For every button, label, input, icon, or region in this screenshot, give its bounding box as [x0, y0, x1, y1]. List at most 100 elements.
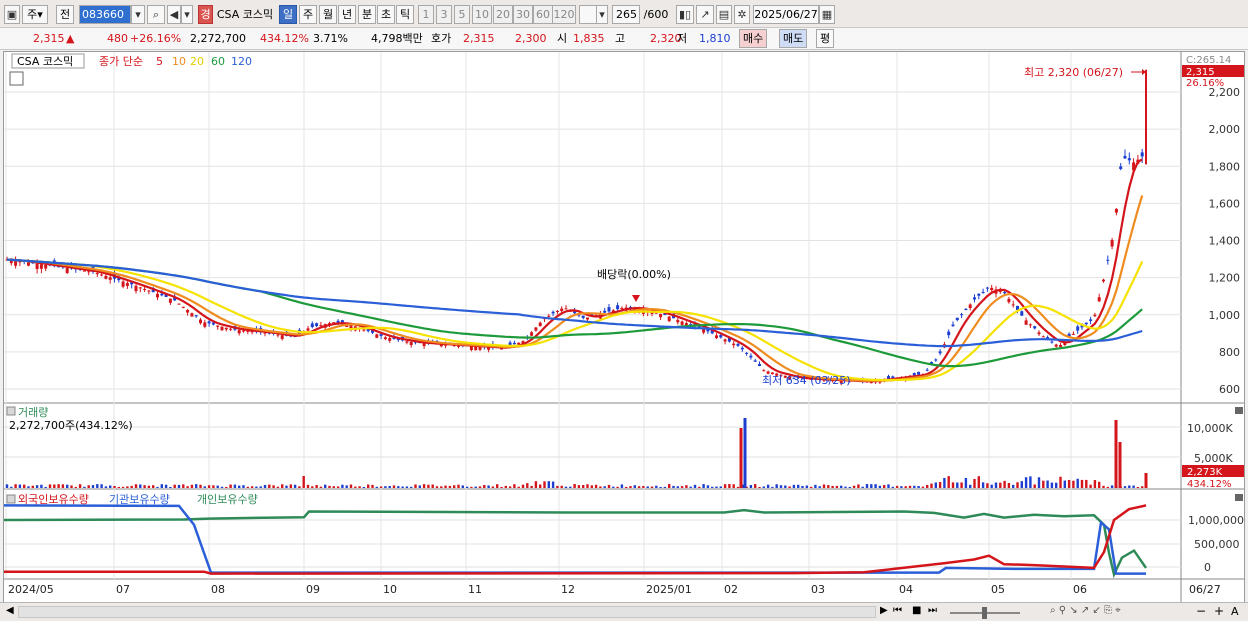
draw-tool-icon[interactable]: ↗	[696, 5, 714, 24]
interval-3[interactable]: 3	[436, 5, 452, 24]
volume-bar	[646, 486, 649, 488]
font-size-icon[interactable]: A	[1231, 605, 1239, 618]
volume-panel-close-icon[interactable]	[1235, 407, 1243, 414]
interval-5[interactable]: 5	[454, 5, 470, 24]
interval-120[interactable]: 120	[552, 5, 576, 24]
candle-body	[564, 308, 568, 310]
eval-button[interactable]: 평	[816, 29, 835, 48]
volume-bar	[1080, 479, 1084, 488]
candle-body	[1024, 320, 1028, 325]
volume-bar	[1076, 478, 1079, 488]
candle-body	[44, 264, 48, 269]
volume-bar	[865, 484, 869, 488]
calendar-icon[interactable]: ▦	[819, 5, 835, 24]
holdings-collapse-icon[interactable]	[6, 494, 16, 504]
volume-bar	[930, 483, 933, 488]
volume-bar	[956, 482, 959, 488]
speaker-dropdown-icon[interactable]: ▾	[181, 5, 193, 24]
interval-1[interactable]: 1	[418, 5, 434, 24]
volume-bar	[216, 485, 219, 488]
interval-20[interactable]: 20	[493, 5, 513, 24]
ask-label: 호가	[431, 32, 452, 45]
stock-chart[interactable]: CSA 코스믹 종가 단순 5 10 20 60 120 C:265.14 2,…	[4, 52, 1244, 602]
x-axis-label: 08	[211, 583, 225, 596]
volume-bar	[616, 486, 619, 488]
candle-body	[530, 332, 534, 336]
volume-bar	[921, 486, 925, 488]
x-axis-label: 06	[1073, 583, 1087, 596]
prev-button[interactable]: 전	[56, 5, 74, 24]
stock-code-input[interactable]: 083660	[79, 5, 131, 24]
volume-bar	[878, 485, 882, 488]
volume-spike	[739, 428, 743, 488]
volume-bar	[852, 485, 856, 488]
candle-body	[512, 342, 516, 345]
period-tab-day[interactable]: 일	[279, 5, 297, 24]
holdings-panel-close-icon[interactable]	[1235, 494, 1243, 501]
zoom-slider-handle[interactable]	[982, 607, 987, 619]
period-tab-second[interactable]: 초	[377, 5, 395, 24]
candle-body	[1076, 326, 1080, 331]
ma-10-label: 10	[172, 55, 186, 68]
interval-10[interactable]: 10	[472, 5, 492, 24]
speaker-icon[interactable]: ◀	[167, 5, 181, 24]
sell-button[interactable]: 매도	[779, 29, 808, 48]
volume-bar	[521, 484, 525, 488]
gear-icon[interactable]: ✲	[734, 5, 750, 24]
volume-bar	[35, 485, 39, 488]
scroll-right-icon[interactable]: ▶	[880, 605, 888, 616]
period-tab-minute[interactable]: 분	[358, 5, 376, 24]
zoom-out-icon[interactable]: −	[1196, 604, 1206, 618]
count-input[interactable]: 265	[612, 5, 640, 24]
zoom-in-icon[interactable]: +	[1214, 604, 1224, 618]
candle-body	[125, 282, 129, 287]
period-tab-week[interactable]: 주	[299, 5, 317, 24]
volume-bar	[900, 486, 903, 488]
code-dropdown-icon[interactable]: ▾	[131, 5, 145, 24]
table-toggle-icon[interactable]	[9, 71, 24, 86]
candle-type-icon[interactable]: ▮▯	[676, 5, 694, 24]
volume-bar	[487, 485, 490, 488]
volume-bar	[70, 485, 73, 488]
period-tab-year[interactable]: 년	[338, 5, 356, 24]
first-page-icon[interactable]: ⏮	[893, 605, 902, 616]
volume-bar	[698, 486, 701, 488]
scroll-left-icon[interactable]: ◀	[6, 605, 14, 616]
period-mode-select[interactable]: 주▾	[22, 5, 48, 24]
last-page-icon[interactable]: ⏭	[928, 605, 937, 616]
date-input[interactable]: 2025/06/27	[753, 5, 819, 24]
save-icon[interactable]: ▤	[716, 5, 732, 24]
interval-60[interactable]: 60	[533, 5, 553, 24]
volume-bar	[1106, 486, 1109, 488]
period-tab-month[interactable]: 월	[319, 5, 337, 24]
volume-bar	[242, 485, 245, 488]
volume-collapse-icon[interactable]	[6, 406, 16, 416]
scrollbar-track[interactable]	[18, 606, 876, 618]
toolbar-tools-icon[interactable]: ⌕ ⚲ ↘ ↗ ↙ ⎘ ⌖	[1050, 605, 1121, 616]
volume-bar	[139, 484, 142, 488]
volume-bar	[749, 485, 753, 488]
volume-bar	[762, 486, 765, 488]
period-tab-tick[interactable]: 틱	[396, 5, 414, 24]
volume-bar	[169, 486, 172, 488]
candle-body	[973, 297, 976, 300]
interval-30[interactable]: 30	[513, 5, 533, 24]
stop-icon[interactable]: ■	[912, 605, 921, 616]
volume-bar	[315, 485, 318, 488]
interval-dropdown-icon[interactable]: ▾	[596, 5, 608, 24]
volume-bar	[448, 486, 452, 488]
price-ytick: 1,000	[1209, 309, 1241, 322]
candle-body	[547, 315, 551, 317]
volume-bar	[483, 485, 486, 488]
chart-area[interactable]: CSA 코스믹 종가 단순 5 10 20 60 120 C:265.14 2,…	[3, 51, 1245, 603]
volume-spike	[1118, 442, 1122, 488]
dividend-marker-icon	[632, 295, 640, 302]
volume-bar	[736, 486, 740, 488]
window-icon[interactable]: ▣	[4, 5, 20, 24]
volume-bar	[1093, 480, 1097, 488]
ma-5-label: 5	[156, 55, 163, 68]
volume-bar	[272, 485, 275, 488]
buy-button[interactable]: 매수	[739, 29, 768, 48]
search-icon[interactable]: ⌕	[147, 5, 165, 24]
candle-body	[620, 307, 624, 309]
